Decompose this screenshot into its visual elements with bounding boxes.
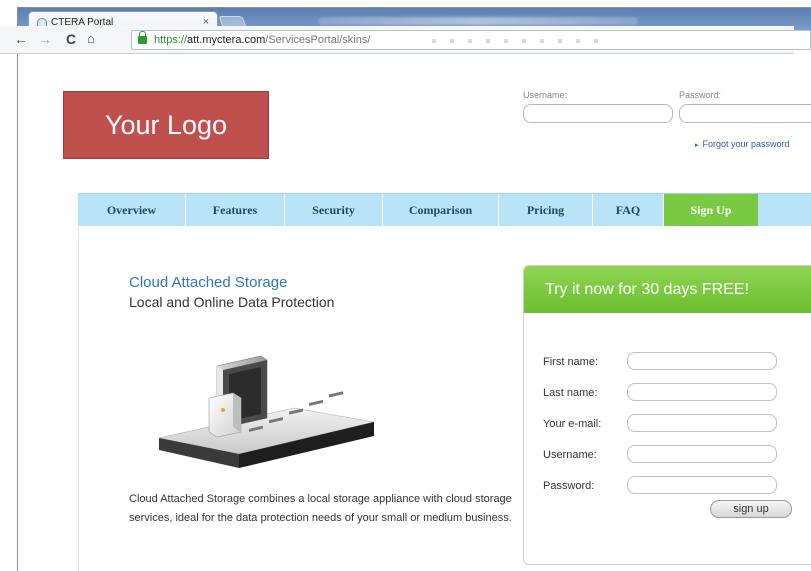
page-headline: Cloud Attached Storage (129, 274, 288, 291)
main-nav: Overview Features Security Comparison Pr… (78, 193, 811, 227)
nav-security[interactable]: Security (285, 194, 383, 227)
signup-form: Try it now for 30 days FREE! First name:… (523, 265, 811, 565)
signup-password-label: Password: (543, 480, 595, 492)
password-label: Password: (679, 90, 722, 100)
url-scheme: https:// (154, 34, 188, 46)
password-input[interactable] (679, 104, 811, 123)
url-path: /ServicesPortal/skins/ (265, 34, 371, 46)
web-page: Your Logo Username: Password: ▸ Forgot yo… (18, 63, 811, 571)
signup-username-label: Username: (543, 449, 597, 461)
nav-faq[interactable]: FAQ (593, 194, 664, 227)
forgot-password-link[interactable]: ▸ Forgot your password (695, 139, 790, 149)
page-subheadline: Local and Online Data Protection (129, 294, 335, 310)
window-title-blur (318, 17, 638, 25)
browser-toolbar: ← → C ⌂ https://att.myctera.com/Services… (0, 26, 811, 54)
nav-pricing[interactable]: Pricing (499, 194, 593, 227)
signup-password-input[interactable] (627, 476, 777, 494)
product-description: Cloud Attached Storage combines a local … (129, 493, 512, 524)
lock-icon (138, 31, 147, 44)
forward-arrow-icon[interactable]: → (38, 31, 52, 47)
address-bar[interactable]: https://att.myctera.com/ServicesPortal/s… (131, 30, 811, 50)
username-input[interactable] (523, 104, 673, 123)
browser-window: CTERA Portal × Your Logo Username: Passw… (17, 7, 811, 571)
email-label: Your e-mail: (543, 418, 602, 430)
sign-up-button[interactable]: sign up (710, 500, 792, 518)
nav-sign-up[interactable]: Sign Up (664, 194, 758, 227)
nav-overview[interactable]: Overview (78, 194, 186, 227)
email-input[interactable] (627, 414, 777, 432)
forgot-password-text: Forgot your password (702, 139, 790, 149)
url-text: https://att.myctera.com/ServicesPortal/s… (154, 34, 370, 46)
signup-username-input[interactable] (627, 445, 777, 463)
nav-features[interactable]: Features (186, 194, 285, 227)
signup-title: Try it now for 30 days FREE! (524, 266, 811, 313)
last-name-input[interactable] (627, 383, 777, 401)
url-blur (432, 39, 612, 43)
back-arrow-icon[interactable]: ← (14, 31, 28, 47)
logo: Your Logo (63, 91, 269, 159)
home-icon[interactable]: ⌂ (87, 31, 95, 47)
url-host: att.myctera.com (187, 34, 266, 46)
last-name-label: Last name: (543, 387, 598, 399)
first-name-label: First name: (543, 356, 599, 368)
content-panel: Cloud Attached Storage Local and Online … (78, 226, 811, 571)
nav-comparison[interactable]: Comparison (383, 194, 499, 227)
bullet-icon: ▸ (695, 142, 699, 149)
username-label: Username: (523, 90, 568, 100)
reload-icon[interactable]: C (66, 31, 76, 47)
first-name-input[interactable] (627, 352, 777, 370)
storage-appliance-image (158, 355, 375, 468)
